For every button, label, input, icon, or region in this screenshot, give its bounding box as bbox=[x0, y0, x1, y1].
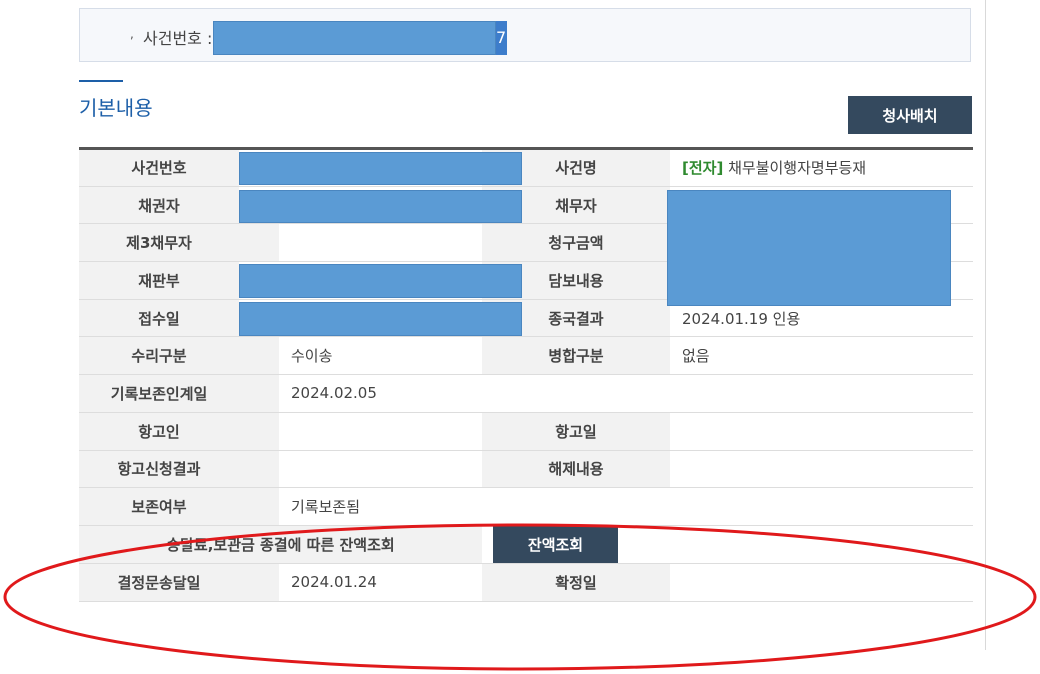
case-detail-page: , 사건번호 : 7 기본내용 청사배치 사건번호 사건명 [전자] 채무불이행… bbox=[0, 0, 1040, 674]
redacted-debtor-block bbox=[667, 189, 951, 306]
highlight-oval-stroke bbox=[3, 523, 1037, 671]
highlight-oval bbox=[3, 523, 1037, 671]
value-debtor bbox=[667, 186, 973, 306]
